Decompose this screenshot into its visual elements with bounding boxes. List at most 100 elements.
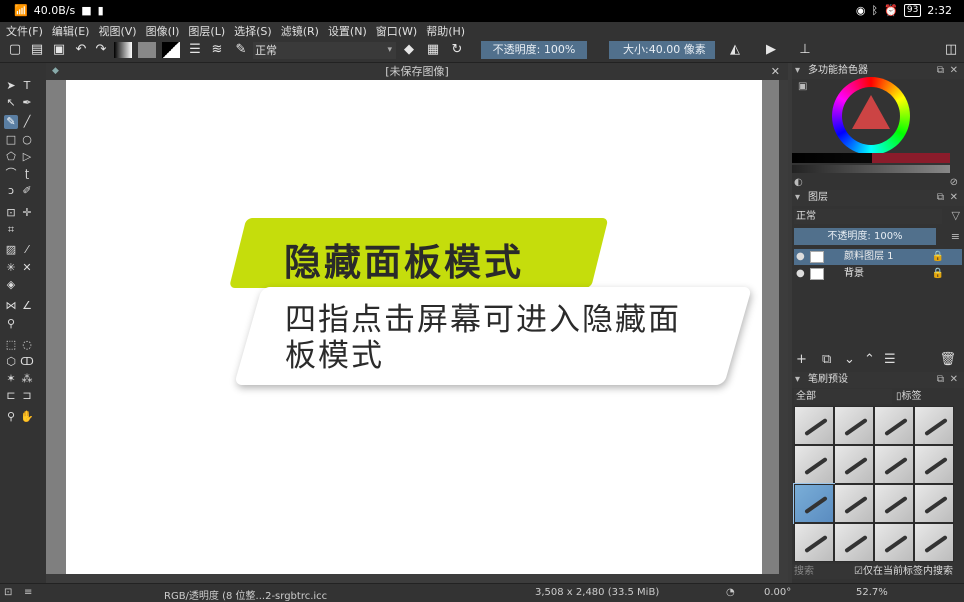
no-color-icon[interactable]: ⊘ — [950, 177, 958, 188]
visibility-icon[interactable]: ● — [796, 249, 805, 265]
freehand-brush-icon[interactable]: ✎ — [4, 115, 18, 129]
tag-button[interactable]: ▯标签 — [896, 389, 922, 404]
zoom-level[interactable]: 52.7% — [856, 587, 888, 598]
brush-preset[interactable] — [914, 484, 954, 523]
move-up-icon[interactable]: ⌃ — [864, 352, 875, 368]
alpha-lock-icon[interactable]: ▦ — [426, 43, 440, 57]
menu-image[interactable]: 图像(I) — [146, 23, 180, 39]
panel-toggle-icon[interactable]: ◫ — [944, 43, 958, 57]
open-folder-icon[interactable]: ▤ — [30, 43, 44, 57]
menu-filter[interactable]: 滤镜(R) — [281, 23, 319, 39]
fg-bg-color-swatch[interactable] — [162, 42, 180, 58]
close-icon[interactable]: ✕ — [771, 63, 780, 80]
brush-preset[interactable] — [874, 406, 914, 445]
brush-preset[interactable] — [874, 445, 914, 484]
ellipse-select-icon[interactable]: ◌ — [20, 338, 34, 352]
bezier-select-icon[interactable]: ⊏ — [4, 389, 18, 403]
brush-settings-icon[interactable]: ≋ — [210, 43, 224, 57]
crop-tool-icon[interactable]: ⌗ — [4, 223, 18, 237]
calligraphy-icon[interactable]: ✒ — [20, 96, 34, 110]
line-tool-icon[interactable]: ╱ — [20, 115, 34, 129]
rotation-value[interactable]: 0.00° — [764, 587, 791, 598]
menu-file[interactable]: 文件(F) — [6, 23, 43, 39]
multibrush-icon[interactable]: ✐ — [20, 184, 34, 198]
brush-preset[interactable] — [834, 523, 874, 562]
menu-window[interactable]: 窗口(W) — [376, 23, 417, 39]
lock-icon[interactable]: 🔒 — [932, 249, 944, 265]
menu-help[interactable]: 帮助(H) — [426, 23, 465, 39]
collapse-icon[interactable]: ▾ — [795, 190, 800, 206]
brush-preset[interactable] — [874, 484, 914, 523]
redo-icon[interactable]: ↷ — [94, 43, 108, 57]
undo-icon[interactable]: ↶ — [74, 43, 88, 57]
ellipse-tool-icon[interactable]: ○ — [20, 133, 34, 147]
float-icon[interactable]: ⧉ — [937, 190, 944, 206]
visibility-icon[interactable]: ● — [796, 266, 805, 282]
search-in-tag-checkbox[interactable]: ☑仅在当前标签内搜索 — [854, 564, 953, 579]
color-settings-icon[interactable]: ▣ — [798, 81, 807, 92]
layer-row[interactable]: ● 背景 🔒 — [794, 266, 962, 282]
magnetic-select-icon[interactable]: ⊐ — [20, 389, 34, 403]
rectangle-tool-icon[interactable]: □ — [4, 133, 18, 147]
rotation-dial-icon[interactable]: ◔ — [726, 587, 735, 598]
lock-icon[interactable]: 🔒 — [932, 266, 944, 282]
collapse-icon[interactable]: ▾ — [795, 63, 800, 79]
add-layer-icon[interactable]: + — [796, 352, 807, 368]
filter-icon[interactable]: ▽ — [952, 209, 960, 222]
edit-shapes-icon[interactable]: ↖ — [4, 96, 18, 110]
contiguous-select-icon[interactable]: ✶ — [4, 372, 18, 386]
dynamic-brush-icon[interactable]: ↄ — [4, 184, 18, 198]
horizontal-scrollbar[interactable] — [46, 574, 788, 583]
transform-tool-icon[interactable]: ⊡ — [4, 206, 18, 220]
collapse-icon[interactable]: ▾ — [795, 372, 800, 388]
menu-layer[interactable]: 图层(L) — [188, 23, 225, 39]
menu-icon[interactable]: ≡ — [951, 230, 960, 243]
freehand-select-icon[interactable]: ↀ — [20, 355, 34, 369]
gradient-tool-icon[interactable]: ▨ — [4, 243, 18, 257]
brush-preset[interactable] — [794, 445, 834, 484]
canvas-only-icon[interactable]: ⊡ — [4, 587, 12, 598]
menu-settings[interactable]: 设置(N) — [328, 23, 367, 39]
polyline-tool-icon[interactable]: ▷ — [20, 150, 34, 164]
wrap-around-icon[interactable]: ⊥ — [798, 43, 812, 57]
assistant-editor-icon[interactable]: ⋈ — [4, 299, 18, 313]
statusbar-menu-icon[interactable]: ≡ — [24, 587, 32, 598]
color-history-bar[interactable] — [792, 153, 950, 175]
reset-icon[interactable]: ↻ — [450, 43, 464, 57]
layer-blend-select[interactable]: 正常 — [794, 209, 942, 224]
color-picker-icon[interactable]: ⁄ — [20, 243, 34, 257]
close-icon[interactable]: ✕ — [950, 372, 958, 388]
pattern-swatch[interactable] — [138, 42, 156, 58]
move-down-icon[interactable]: ⌄ — [844, 352, 855, 368]
brush-preset[interactable] — [794, 406, 834, 445]
new-document-icon[interactable]: ▢ — [8, 43, 22, 57]
zoom-tool-icon[interactable]: ⚲ — [4, 410, 18, 424]
reference-tool-icon[interactable]: ⚲ — [4, 317, 18, 331]
brush-size-slider[interactable]: 大小:40.00 像素 — [609, 41, 715, 59]
fill-tool-icon[interactable]: ◈ — [4, 278, 18, 292]
measure-tool-icon[interactable]: ∠ — [20, 299, 34, 313]
brush-preset-icon[interactable]: ✎ — [234, 43, 248, 57]
brush-preset[interactable] — [794, 523, 834, 562]
bezier-tool-icon[interactable]: ⌒ — [4, 167, 18, 181]
assistant-tool-icon[interactable]: ✕ — [20, 261, 34, 275]
layer-row[interactable]: ● 颜料图层 1 🔒 — [794, 249, 962, 265]
similar-select-icon[interactable]: ⁂ — [20, 372, 34, 386]
move-tool-icon[interactable]: ✛ — [20, 206, 34, 220]
brush-preset[interactable] — [834, 445, 874, 484]
close-icon[interactable]: ✕ — [950, 63, 958, 79]
freehand-path-icon[interactable]: ʈ — [20, 167, 34, 181]
mirror-horizontal-icon[interactable]: ◭ — [728, 43, 742, 57]
brush-search-input[interactable]: 搜索 — [792, 564, 858, 579]
brush-tag-select[interactable]: 全部 — [794, 389, 892, 404]
brush-preset[interactable] — [914, 445, 954, 484]
brush-preset[interactable] — [834, 406, 874, 445]
color-wheel[interactable] — [832, 77, 910, 155]
brush-preset-selected[interactable] — [793, 483, 835, 524]
brush-preset[interactable] — [914, 523, 954, 562]
menu-view[interactable]: 视图(V) — [98, 23, 136, 39]
opacity-slider[interactable]: 不透明度: 100% — [481, 41, 587, 59]
gradient-swatch[interactable] — [114, 42, 132, 58]
reset-color-icon[interactable]: ◐ — [794, 177, 803, 188]
layer-opacity-slider[interactable]: 不透明度: 100% — [794, 228, 936, 245]
